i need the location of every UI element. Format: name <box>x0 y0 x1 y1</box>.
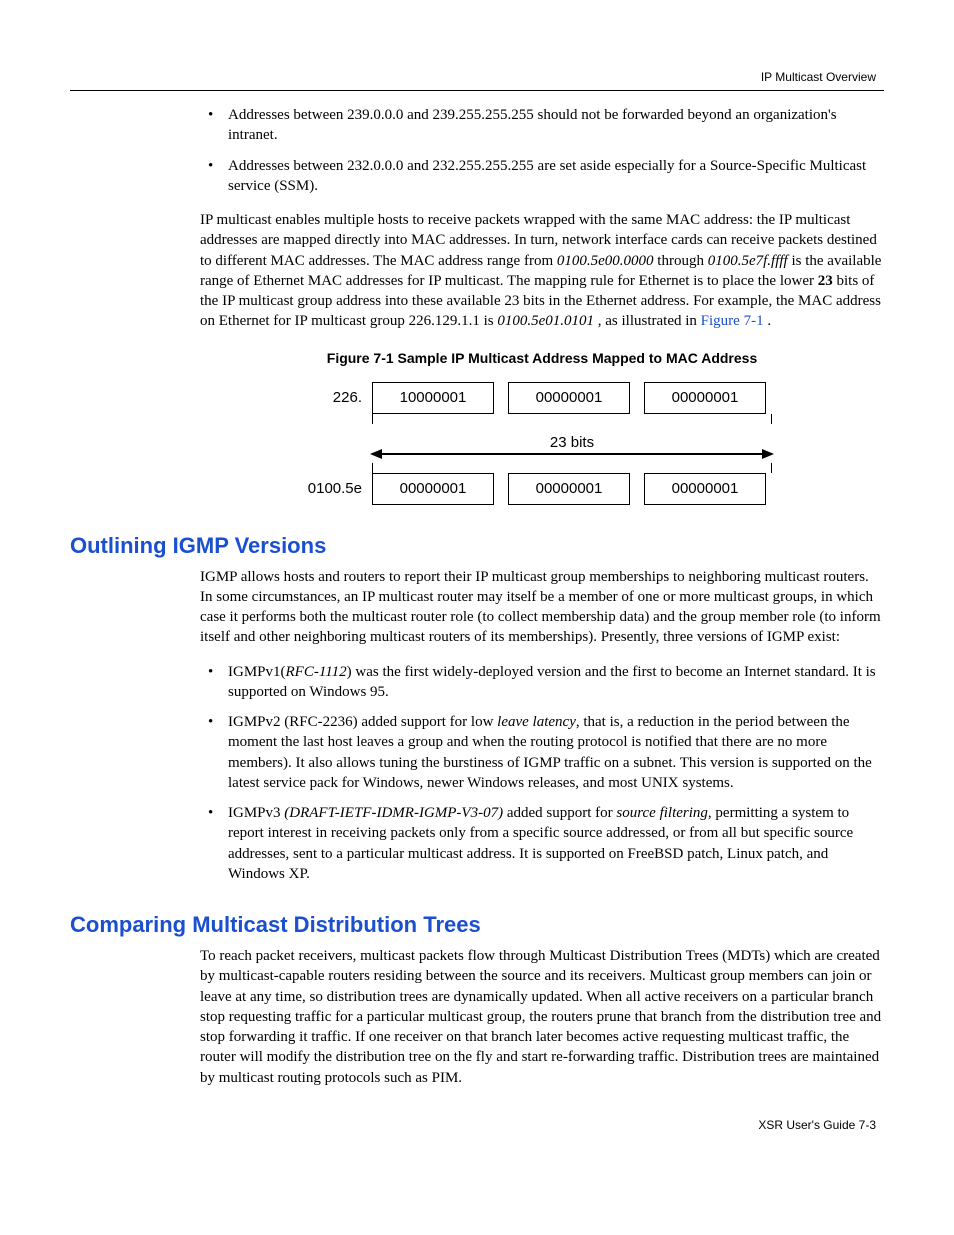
igmp-body: IGMP allows hosts and routers to report … <box>200 567 884 885</box>
byte-cell: 10000001 <box>372 382 494 414</box>
draft-ref: (DRAFT-IETF-IDMR-IGMP-V3-07) <box>284 805 503 821</box>
list-item: IGMPv2 (RFC-2236) added support for low … <box>200 712 884 793</box>
tick-mark <box>372 463 373 473</box>
page: IP Multicast Overview Addresses between … <box>0 0 954 1172</box>
list-item: Addresses between 232.0.0.0 and 232.255.… <box>200 156 884 197</box>
body-content: Addresses between 239.0.0.0 and 239.255.… <box>200 105 884 505</box>
figure-caption: Figure 7-1 Sample IP Multicast Address M… <box>200 350 884 366</box>
list-item: IGMPv1(RFC-1112) was the first widely-de… <box>200 662 884 703</box>
paragraph-igmp-intro: IGMP allows hosts and routers to report … <box>200 567 884 648</box>
double-arrow-icon <box>372 453 772 455</box>
paragraph-mapping: IP multicast enables multiple hosts to r… <box>200 210 884 332</box>
text: through <box>657 253 707 269</box>
text: . <box>767 313 771 329</box>
bits-count: 23 <box>818 273 833 289</box>
term: leave latency <box>497 714 576 730</box>
running-header: IP Multicast Overview <box>70 70 884 84</box>
text: added support for <box>503 805 616 821</box>
heading-igmp-versions: Outlining IGMP Versions <box>70 533 884 559</box>
mac-prefix-label: 0100.5e <box>282 480 372 497</box>
rfc-ref: RFC-1112 <box>286 664 347 680</box>
tick-mark <box>771 414 772 424</box>
figure-row-ip: 226. 10000001 00000001 00000001 <box>282 382 802 414</box>
byte-cell: 00000001 <box>644 473 766 505</box>
igmp-bullet-list: IGMPv1(RFC-1112) was the first widely-de… <box>200 662 884 885</box>
text: IGMPv3 <box>228 805 284 821</box>
page-footer: XSR User's Guide 7-3 <box>70 1118 884 1132</box>
figure-row-mac: 0100.5e 00000001 00000001 00000001 <box>282 473 802 505</box>
text: IGMPv1( <box>228 664 286 680</box>
mac-example: 0100.5e01.0101 <box>497 313 594 329</box>
list-item: IGMPv3 (DRAFT-IETF-IDMR-IGMP-V3-07) adde… <box>200 803 884 884</box>
mac-range-start: 0100.5e00.0000 <box>557 253 654 269</box>
heading-multicast-trees: Comparing Multicast Distribution Trees <box>70 912 884 938</box>
ip-byte-cells: 10000001 00000001 00000001 <box>372 382 766 414</box>
mac-byte-cells: 00000001 00000001 00000001 <box>372 473 766 505</box>
byte-cell: 00000001 <box>508 473 630 505</box>
byte-cell: 00000001 <box>508 382 630 414</box>
term: source filtering <box>616 805 708 821</box>
bits-row: 23 bits <box>282 434 802 455</box>
tick-mark <box>771 463 772 473</box>
text: IGMPv2 (RFC-2236) added support for low <box>228 714 497 730</box>
mac-range-end: 0100.5e7f.ffff <box>708 253 788 269</box>
figure-7-1: 226. 10000001 00000001 00000001 23 bits <box>282 382 802 505</box>
header-rule <box>70 90 884 91</box>
tick-mark <box>372 414 373 424</box>
mdt-body: To reach packet receivers, multicast pac… <box>200 946 884 1088</box>
byte-cell: 00000001 <box>372 473 494 505</box>
ip-prefix-label: 226. <box>282 389 372 406</box>
paragraph-mdt: To reach packet receivers, multicast pac… <box>200 946 884 1088</box>
tick-top <box>372 414 772 424</box>
bits-indicator: 23 bits <box>372 434 772 455</box>
list-item: Addresses between 239.0.0.0 and 239.255.… <box>200 105 884 146</box>
figure-link[interactable]: Figure 7-1 <box>701 313 764 329</box>
bits-label: 23 bits <box>372 434 772 451</box>
byte-cell: 00000001 <box>644 382 766 414</box>
text: , as illustrated in <box>598 313 701 329</box>
top-bullet-list: Addresses between 239.0.0.0 and 239.255.… <box>200 105 884 196</box>
tick-bottom <box>372 463 772 473</box>
